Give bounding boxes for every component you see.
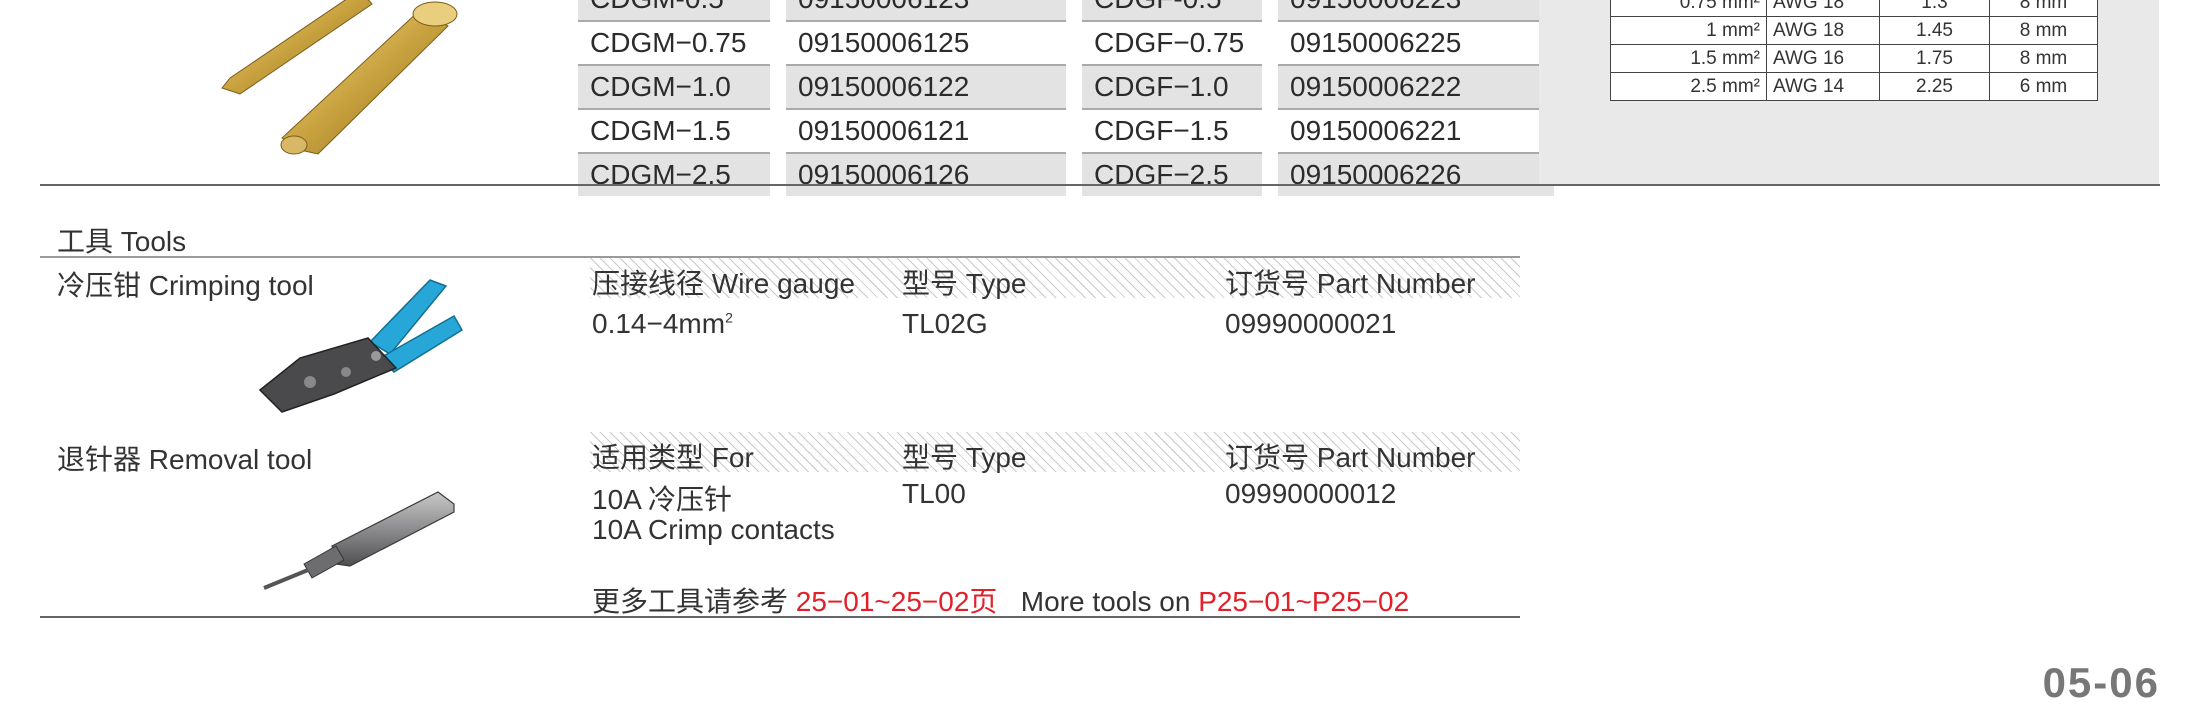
table-row: 0.75 mm² AWG 18 1.3 8 mm — [1610, 0, 2098, 17]
part-number-header: 订货号 Part Number — [1225, 442, 1476, 473]
female-part-number-cell: 09150006221 — [1278, 110, 1554, 154]
tools-bottom-rule — [40, 616, 1520, 618]
table-row: CDGM-0.5 09150006123 CDGF-0.5 0915000622… — [578, 0, 1554, 22]
crimping-type-value: TL02G — [902, 308, 988, 339]
table-row: CDGM−0.75 09150006125 CDGF−0.75 09150006… — [578, 22, 1554, 66]
male-contact-cell: CDGM−2.5 — [578, 154, 770, 198]
awg-cell: AWG 18 — [1766, 0, 1880, 17]
table-row: CDGM−2.5 09150006126 CDGF−2.5 0915000622… — [578, 154, 1554, 198]
female-contact-cell: CDGF−2.5 — [1082, 154, 1262, 198]
male-part-number-cell: 09150006122 — [786, 66, 1066, 110]
female-part-number-cell: 09150006223 — [1278, 0, 1554, 22]
crimping-part-number-value: 09990000021 — [1225, 308, 1397, 339]
female-contact-cell: CDGF-0.5 — [1082, 0, 1262, 22]
table-row: 1.5 mm² AWG 16 1.75 8 mm — [1610, 44, 2098, 73]
awg-cell: AWG 16 — [1766, 44, 1880, 73]
female-contact-cell: CDGF−1.5 — [1082, 110, 1262, 154]
more-tools-note: 更多工具请参考 25−01~25−02页 More tools on P25−0… — [592, 580, 1409, 620]
for-value-line1: 10A 冷压针 — [592, 484, 733, 515]
more-tools-en-pages-link[interactable]: P25−01~P25−02 — [1198, 586, 1409, 617]
male-part-number-cell: 09150006126 — [786, 154, 1066, 198]
female-part-number-cell: 09150006222 — [1278, 66, 1554, 110]
wire-gauge-value: 0.14−4mm2 — [592, 308, 733, 340]
awg-cell: AWG 18 — [1766, 16, 1880, 45]
strip-length-cell: 6 mm — [1989, 72, 2098, 101]
female-contact-cell: CDGF−0.75 — [1082, 22, 1262, 66]
more-tools-cn-prefix: 更多工具请参考 — [592, 586, 796, 617]
part-number-header: 订货号 Part Number — [1225, 268, 1476, 299]
for-value-line2: 10A Crimp contacts — [592, 514, 835, 545]
diameter-cell: 2.25 — [1879, 72, 1990, 101]
table-row: CDGM−1.0 09150006122 CDGF−1.0 0915000622… — [578, 66, 1554, 110]
diameter-cell: 1.45 — [1879, 16, 1990, 45]
wire-gauge-header: 压接线径 Wire gauge — [592, 268, 855, 299]
wire-gauge-sup: 2 — [725, 309, 733, 326]
wire-size-cell: 2.5 mm² — [1610, 72, 1767, 101]
diameter-cell: 1.3 — [1879, 0, 1990, 17]
male-part-number-cell: 09150006125 — [786, 22, 1066, 66]
strip-length-cell: 8 mm — [1989, 0, 2098, 17]
wire-size-cell: 1 mm² — [1610, 16, 1767, 45]
removal-tool-name: 退针器 Removal tool — [57, 444, 313, 475]
male-part-number-cell: 09150006121 — [786, 110, 1066, 154]
removal-part-number-value: 09990000012 — [1225, 478, 1397, 509]
table-row: 2.5 mm² AWG 14 2.25 6 mm — [1610, 72, 2098, 101]
contacts-table: CDGM-0.5 09150006123 CDGF-0.5 0915000622… — [578, 0, 1554, 198]
type-header: 型号 Type — [902, 442, 1027, 473]
female-contact-cell: CDGF−1.0 — [1082, 66, 1262, 110]
wire-gauge-text: 0.14−4mm — [592, 308, 726, 339]
crimp-contact-pins-image — [221, 0, 458, 155]
male-contact-cell: CDGM−0.75 — [578, 22, 770, 66]
wire-size-cell: 1.5 mm² — [1610, 44, 1767, 73]
wire-size-cell: 0.75 mm² — [1610, 0, 1767, 17]
female-part-number-cell: 09150006225 — [1278, 22, 1554, 66]
removal-type-value: TL00 — [902, 478, 966, 509]
section-divider — [40, 184, 2160, 186]
table-row: 1 mm² AWG 18 1.45 8 mm — [1610, 16, 2098, 45]
tools-section-title: 工具 Tools — [57, 226, 187, 257]
wire-spec-table: 0.75 mm² AWG 18 1.3 8 mm 1 mm² AWG 18 1.… — [1610, 0, 2098, 101]
page-number: 05-06 — [2042, 659, 2160, 706]
crimping-tool-image — [258, 279, 464, 413]
table-row: CDGM−1.5 09150006121 CDGF−1.5 0915000622… — [578, 110, 1554, 154]
type-header: 型号 Type — [902, 268, 1027, 299]
diameter-cell: 1.75 — [1879, 44, 1990, 73]
male-contact-cell: CDGM−1.5 — [578, 110, 770, 154]
removal-tool-image — [263, 491, 455, 590]
male-part-number-cell: 09150006123 — [786, 0, 1066, 22]
male-contact-cell: CDGM−1.0 — [578, 66, 770, 110]
for-header: 适用类型 For — [592, 442, 754, 473]
male-contact-cell: CDGM-0.5 — [578, 0, 770, 22]
more-tools-cn-pages-link[interactable]: 25−01~25−02页 — [796, 586, 998, 617]
strip-length-cell: 8 mm — [1989, 44, 2098, 73]
more-tools-en-prefix: More tools on — [1020, 586, 1199, 617]
female-part-number-cell: 09150006226 — [1278, 154, 1554, 198]
strip-length-cell: 8 mm — [1989, 16, 2098, 45]
awg-cell: AWG 14 — [1766, 72, 1880, 101]
